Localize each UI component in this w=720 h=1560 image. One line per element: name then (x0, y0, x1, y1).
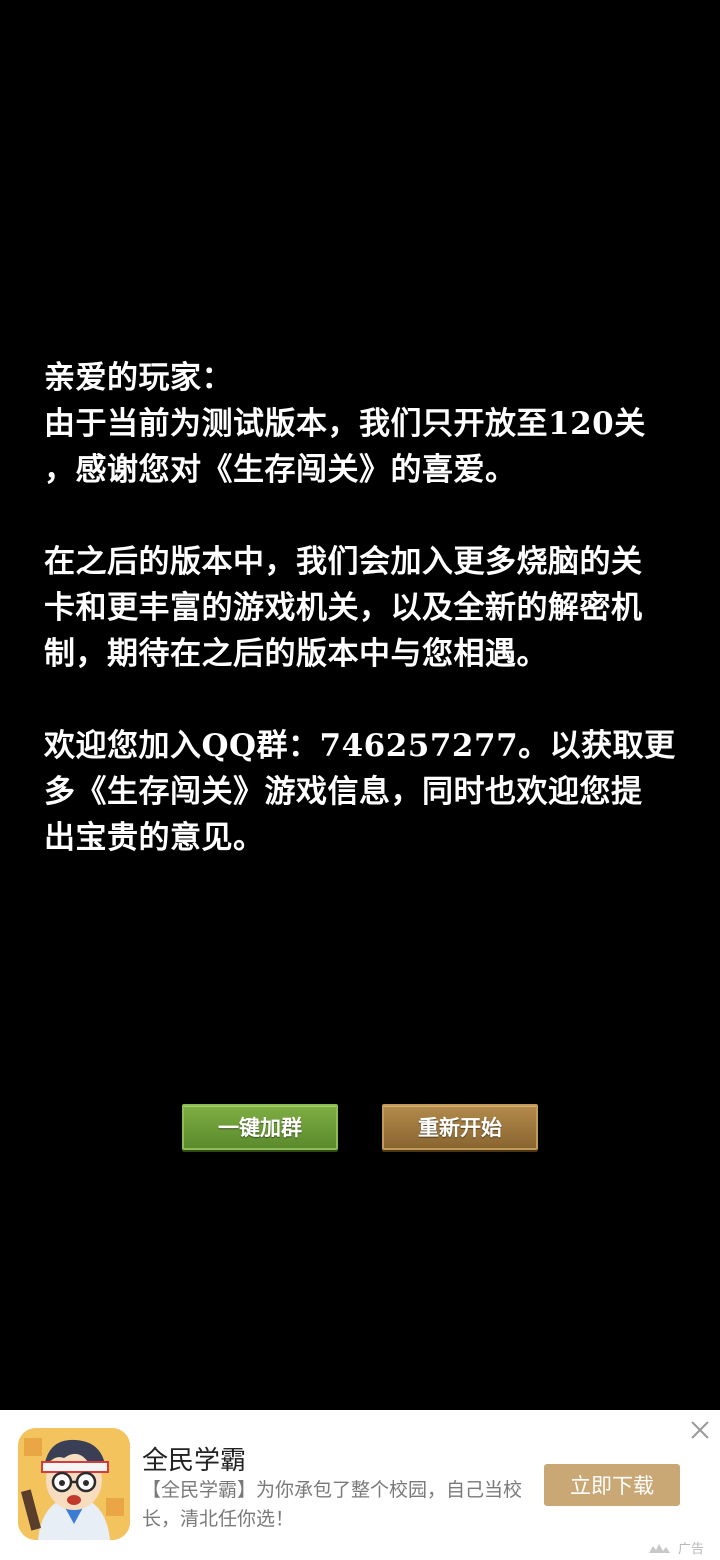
download-button[interactable]: 立即下载 (544, 1464, 680, 1506)
download-button-label: 立即下载 (570, 1475, 654, 1498)
ad-banner[interactable]: 全民学霸 【全民学霸】为你承包了整个校园，自己当校长，清北任你选！ 立即下载 广… (0, 1410, 720, 1560)
app-icon[interactable] (18, 1428, 130, 1540)
ad-badge: 广告 (648, 1538, 704, 1557)
ad-badge-label: 广告 (678, 1541, 705, 1556)
ad-app-name: 全民学霸 (142, 1445, 247, 1475)
message-line: 制，期待在之后的版本中与您相遇。 (44, 636, 548, 672)
restart-button[interactable]: 重新开始 (382, 1104, 538, 1150)
restart-button-label: 重新开始 (418, 1115, 502, 1140)
notice-message: 亲爱的玩家： 由于当前为测试版本，我们只开放至120关 ，感谢您对《生存闯关》的… (44, 355, 684, 861)
close-icon[interactable] (688, 1418, 712, 1442)
message-line: 出宝贵的意见。 (44, 820, 265, 856)
join-group-button[interactable]: 一键加群 (182, 1104, 338, 1150)
message-line: 卡和更丰富的游戏机关，以及全新的解密机 (44, 590, 643, 626)
join-group-button-label: 一键加群 (218, 1115, 302, 1140)
game-screen: 亲爱的玩家： 由于当前为测试版本，我们只开放至120关 ，感谢您对《生存闯关》的… (0, 0, 720, 1560)
ad-network-logo-icon (649, 1543, 670, 1553)
message-line: 亲爱的玩家： (44, 360, 233, 396)
message-line: ，感谢您对《生存闯关》的喜爱。 (44, 452, 517, 488)
message-line: 由于当前为测试版本，我们只开放至120关 (44, 406, 646, 442)
ad-description: 【全民学霸】为你承包了整个校园，自己当校长，清北任你选！ (142, 1480, 523, 1530)
message-line: 在之后的版本中，我们会加入更多烧脑的关 (44, 544, 643, 580)
message-line: 欢迎您加入QQ群：746257277。以获取更 (44, 728, 676, 764)
message-line: 多《生存闯关》游戏信息，同时也欢迎您提 (44, 774, 643, 810)
